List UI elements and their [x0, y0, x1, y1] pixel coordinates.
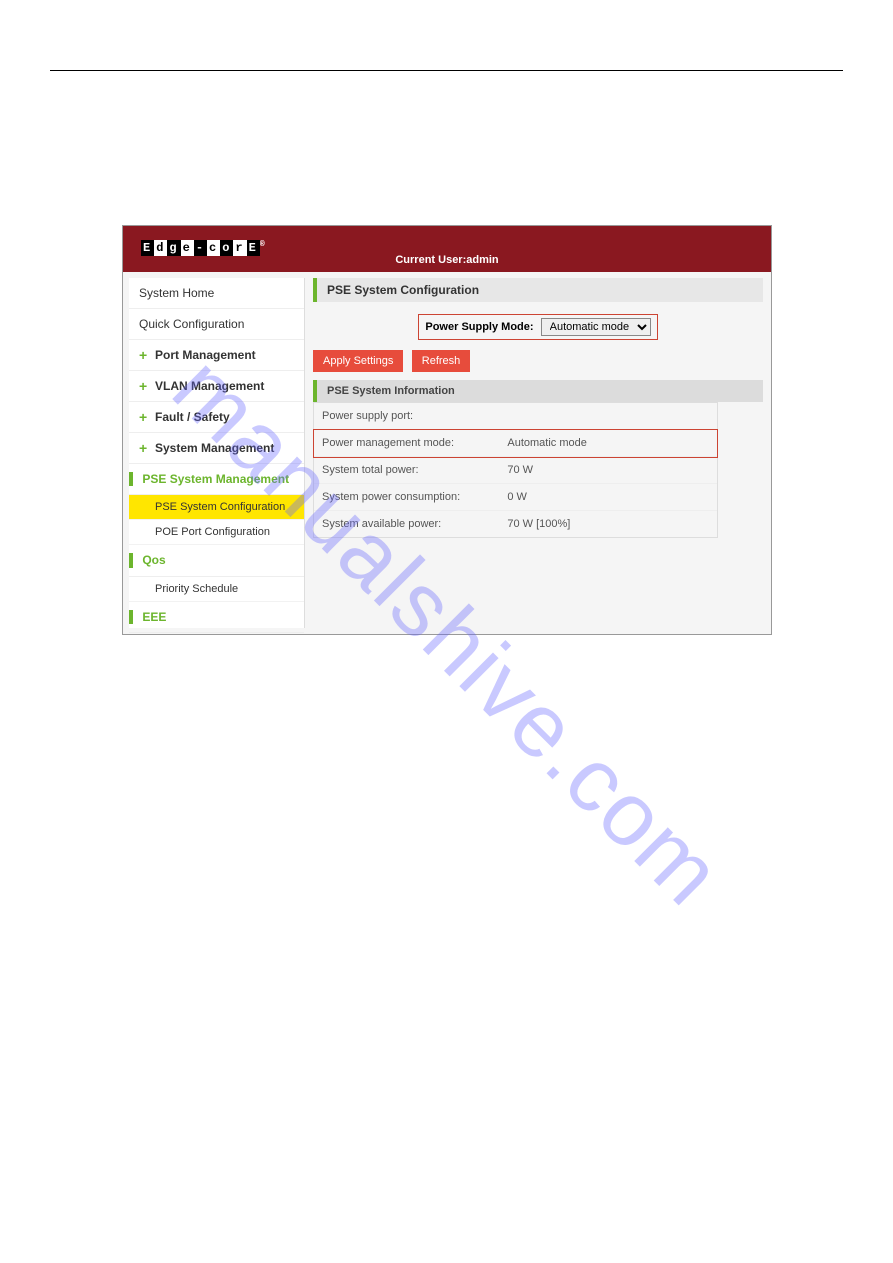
- brand-logo: Edge-corE®: [141, 240, 267, 256]
- power-supply-mode-select[interactable]: Automatic mode: [541, 318, 651, 336]
- info-label: System total power:: [314, 457, 499, 483]
- refresh-button[interactable]: Refresh: [412, 350, 471, 372]
- sidebar-item-label: Priority Schedule: [155, 583, 238, 595]
- sidebar: System Home Quick Configuration + Port M…: [129, 278, 305, 628]
- sidebar-item-system-management[interactable]: + System Management: [129, 433, 304, 464]
- plus-icon: +: [139, 442, 151, 454]
- sidebar-item-label: VLAN Management: [155, 379, 264, 393]
- page-divider: [50, 70, 843, 71]
- sidebar-item-label: Qos: [142, 553, 165, 567]
- minus-icon: [129, 472, 142, 486]
- info-value: 70 W [100%]: [499, 511, 717, 537]
- sidebar-item-label: System Management: [155, 441, 274, 455]
- info-label: System power consumption:: [314, 484, 499, 510]
- sidebar-item-fault-safety[interactable]: + Fault / Safety: [129, 402, 304, 433]
- sidebar-sub-priority-schedule[interactable]: Priority Schedule: [129, 577, 304, 602]
- sidebar-item-label: Quick Configuration: [139, 317, 244, 331]
- info-value: Automatic mode: [499, 430, 717, 456]
- sidebar-item-qos[interactable]: Qos: [129, 545, 304, 576]
- pse-info-title: PSE System Information: [313, 380, 763, 402]
- button-row: Apply Settings Refresh: [313, 350, 763, 372]
- plus-icon: +: [139, 380, 151, 392]
- power-supply-mode-label: Power Supply Mode:: [425, 321, 533, 333]
- sidebar-item-home[interactable]: System Home: [129, 278, 304, 309]
- sidebar-sub-pse-system-configuration[interactable]: PSE System Configuration: [129, 495, 304, 520]
- page-title: PSE System Configuration: [313, 278, 763, 302]
- sidebar-item-label: Fault / Safety: [155, 410, 230, 424]
- info-value: 70 W: [499, 457, 717, 483]
- apply-settings-button[interactable]: Apply Settings: [313, 350, 403, 372]
- sidebar-item-label: System Home: [139, 286, 214, 300]
- sidebar-item-label: PSE System Configuration: [155, 501, 285, 513]
- mode-highlight-box: Power Supply Mode: Automatic mode: [418, 314, 657, 340]
- sidebar-item-quick-config[interactable]: Quick Configuration: [129, 309, 304, 340]
- info-label: Power supply port:: [314, 403, 499, 429]
- top-bar: Edge-corE® Current User:admin: [123, 226, 771, 272]
- table-row: System power consumption: 0 W: [314, 484, 717, 511]
- sidebar-sub-poe-port-configuration[interactable]: POE Port Configuration: [129, 520, 304, 545]
- sidebar-item-eee[interactable]: EEE: [129, 602, 304, 633]
- sidebar-item-vlan-management[interactable]: + VLAN Management: [129, 371, 304, 402]
- table-row-highlighted: Power management mode: Automatic mode: [314, 430, 717, 457]
- table-row: Power supply port:: [314, 403, 717, 430]
- sidebar-item-pse-system-management[interactable]: PSE System Management: [129, 464, 304, 495]
- info-label: Power management mode:: [314, 430, 499, 456]
- main-body: System Home Quick Configuration + Port M…: [123, 272, 771, 634]
- info-value: [499, 403, 717, 429]
- content-area: PSE System Configuration Power Supply Mo…: [305, 272, 771, 634]
- pse-info-table: Power supply port: Power management mode…: [313, 402, 718, 538]
- plus-icon: +: [139, 411, 151, 423]
- mode-row: Power Supply Mode: Automatic mode: [313, 308, 763, 350]
- sidebar-item-label: PSE System Management: [142, 472, 289, 486]
- sidebar-sub-eee[interactable]: EEE: [129, 633, 304, 635]
- sidebar-item-label: POE Port Configuration: [155, 526, 270, 538]
- sidebar-item-label: Port Management: [155, 348, 256, 362]
- sidebar-item-label: EEE: [142, 610, 166, 624]
- info-value: 0 W: [499, 484, 717, 510]
- table-row: System available power: 70 W [100%]: [314, 511, 717, 537]
- plus-icon: +: [139, 349, 151, 361]
- current-user-label: Current User:admin: [395, 254, 498, 266]
- info-label: System available power:: [314, 511, 499, 537]
- minus-icon: [129, 553, 142, 567]
- app-window: Edge-corE® Current User:admin System Hom…: [122, 225, 772, 635]
- sidebar-item-port-management[interactable]: + Port Management: [129, 340, 304, 371]
- table-row: System total power: 70 W: [314, 457, 717, 484]
- minus-icon: [129, 610, 142, 624]
